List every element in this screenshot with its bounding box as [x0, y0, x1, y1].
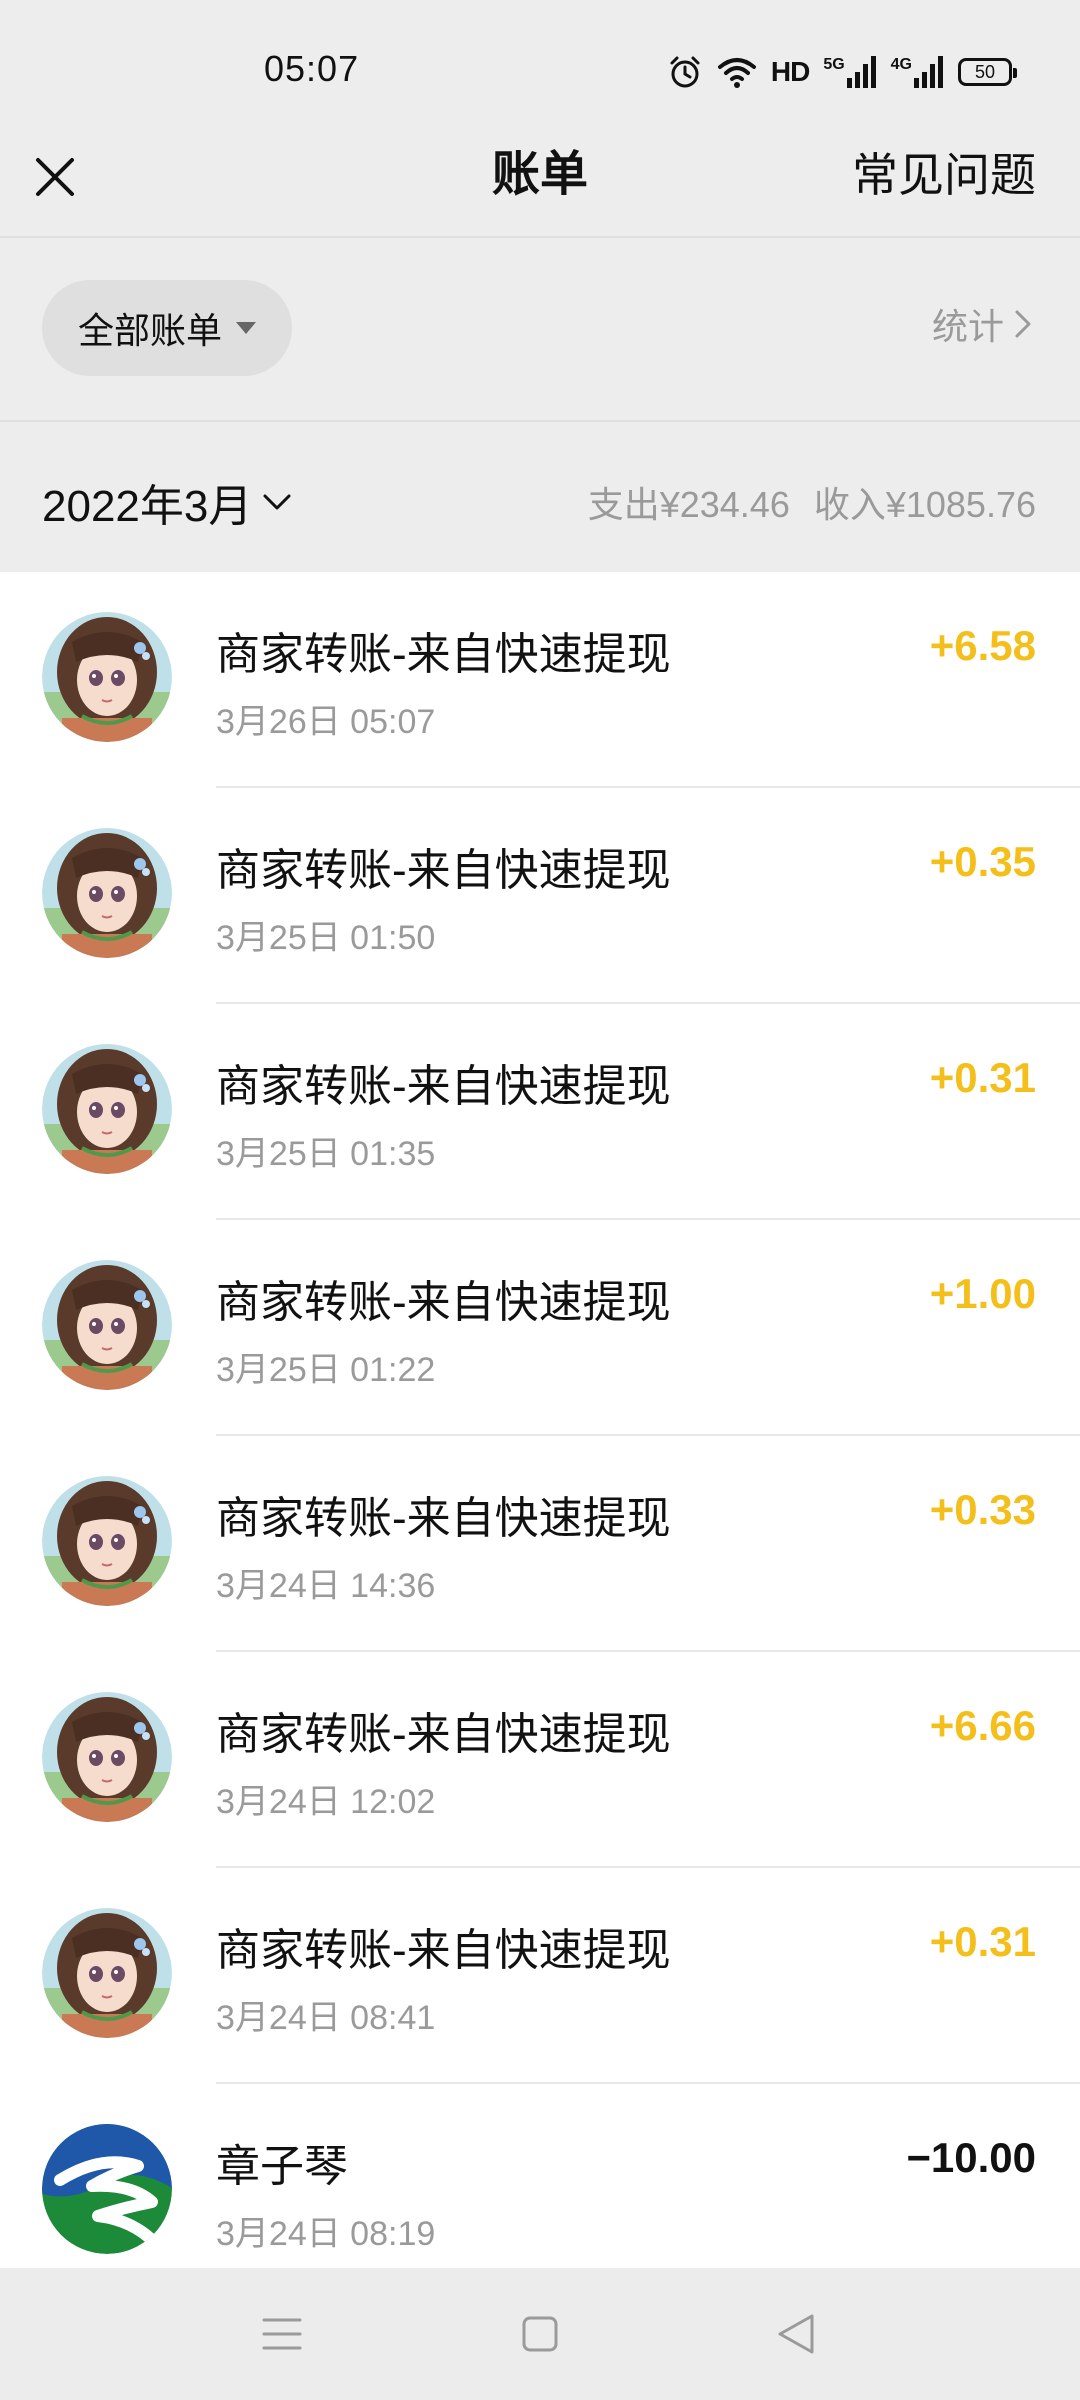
bill-list-item[interactable]: 商家转账-来自快速提现 3月26日 05:07 +6.58	[0, 572, 1080, 788]
bill-title: 商家转账-来自快速提现	[216, 1062, 671, 1111]
month-label: 2022年3月	[42, 482, 253, 531]
month-summary: 支出¥234.46 收入¥1085.76	[588, 476, 1036, 528]
status-time: 05:07	[264, 48, 360, 89]
bill-title: 商家转账-来自快速提现	[216, 1278, 671, 1327]
stats-label: 统计	[931, 306, 1004, 347]
status-bar: 05:07 HD 5G 4G 50	[0, 0, 1080, 140]
menu-icon	[262, 2318, 302, 2350]
anime-girl-avatar	[42, 1476, 172, 1606]
stats-link[interactable]: 统计	[932, 298, 1032, 350]
bill-list-item[interactable]: 商家转账-来自快速提现 3月24日 14:36 +0.33	[0, 1436, 1080, 1652]
bill-time: 3月24日 08:19	[216, 2215, 436, 2253]
chevron-down-icon	[263, 494, 291, 510]
anime-girl-avatar	[42, 1908, 172, 2038]
hd-label: HD	[770, 56, 810, 87]
bill-title: 章子琴	[216, 2142, 348, 2191]
home-icon	[522, 2316, 558, 2352]
battery-icon: 50	[958, 58, 1017, 86]
status-icons: HD 5G 4G 50	[667, 52, 1017, 92]
bill-title: 商家转账-来自快速提现	[216, 846, 671, 895]
back-button[interactable]	[766, 2304, 826, 2364]
month-expense: 支出¥234.46	[587, 484, 790, 525]
system-nav-bar	[0, 2268, 1080, 2400]
menu-button[interactable]	[252, 2304, 312, 2364]
bill-time: 3月25日 01:35	[216, 1135, 436, 1173]
filter-row: 全部账单 统计	[0, 238, 1080, 420]
anime-girl-avatar	[42, 612, 172, 742]
faq-link[interactable]: 常见问题	[852, 140, 1036, 210]
month-picker[interactable]: 2022年3月	[42, 470, 292, 534]
bill-amount: +6.58	[929, 622, 1036, 669]
bill-time: 3月25日 01:50	[216, 919, 436, 957]
bill-time: 3月24日 14:36	[216, 1567, 436, 1605]
month-income: 收入¥1085.76	[813, 484, 1036, 525]
bill-amount: +0.33	[929, 1486, 1036, 1533]
bill-amount: +6.66	[929, 1702, 1036, 1749]
signal-5g-icon: 5G	[823, 56, 876, 88]
bill-amount: +1.00	[929, 1270, 1036, 1317]
bill-time: 3月24日 12:02	[216, 1783, 436, 1821]
bill-time: 3月25日 01:22	[216, 1351, 436, 1389]
bill-list-item[interactable]: 商家转账-来自快速提现 3月25日 01:35 +0.31	[0, 1004, 1080, 1220]
all-bills-label: 全部账单	[77, 310, 222, 351]
bill-list-item[interactable]: 章子琴 3月24日 08:19 −10.00	[0, 2084, 1080, 2268]
anime-girl-avatar	[42, 1692, 172, 1822]
bill-time: 3月26日 05:07	[216, 703, 436, 741]
bill-title: 商家转账-来自快速提现	[216, 630, 671, 679]
home-button[interactable]	[510, 2304, 570, 2364]
alarm-icon	[667, 54, 703, 90]
wifi-icon	[717, 55, 757, 89]
road-logo-avatar	[42, 2124, 172, 2254]
bill-title: 商家转账-来自快速提现	[216, 1494, 671, 1543]
bill-list-item[interactable]: 商家转账-来自快速提现 3月25日 01:50 +0.35	[0, 788, 1080, 1004]
chevron-right-icon	[1015, 310, 1031, 338]
signal-5g-label: 5G	[823, 56, 845, 73]
bill-list-item[interactable]: 商家转账-来自快速提现 3月25日 01:22 +1.00	[0, 1220, 1080, 1436]
bill-title: 商家转账-来自快速提现	[216, 1926, 671, 1975]
bill-amount: +0.35	[929, 838, 1036, 885]
anime-girl-avatar	[42, 1260, 172, 1390]
all-bills-filter[interactable]: 全部账单	[42, 280, 292, 376]
nav-bar: 账单 常见问题	[0, 140, 1080, 236]
anime-girl-avatar	[42, 1044, 172, 1174]
caret-down-icon	[236, 322, 256, 334]
signal-4g-icon: 4G	[891, 56, 944, 88]
bill-list-item[interactable]: 商家转账-来自快速提现 3月24日 12:02 +6.66	[0, 1652, 1080, 1868]
back-icon	[778, 2314, 814, 2354]
bill-list: 商家转账-来自快速提现 3月26日 05:07 +6.58 商家转账-来自快速提现 3…	[0, 572, 1080, 2268]
bill-time: 3月24日 08:41	[216, 1999, 436, 2037]
bill-title: 商家转账-来自快速提现	[216, 1710, 671, 1759]
bill-amount: −10.00	[906, 2134, 1036, 2181]
signal-4g-label: 4G	[890, 56, 912, 73]
month-header: 2022年3月 支出¥234.46 收入¥1085.76	[0, 422, 1080, 572]
bill-list-item[interactable]: 商家转账-来自快速提现 3月24日 08:41 +0.31	[0, 1868, 1080, 2084]
anime-girl-avatar	[42, 828, 172, 958]
bill-amount: +0.31	[929, 1054, 1036, 1101]
bill-amount: +0.31	[929, 1918, 1036, 1965]
